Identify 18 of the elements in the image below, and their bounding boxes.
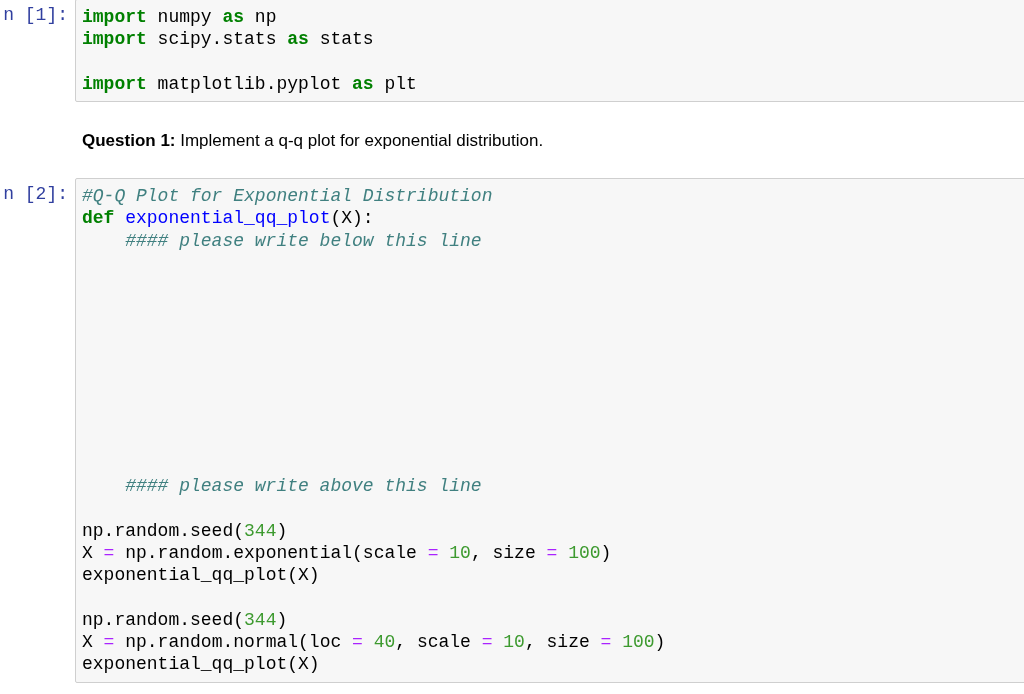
code-line: #Q-Q Plot for Exponential Distribution bbox=[82, 185, 493, 208]
code-line: exponential_qq_plot(X) bbox=[82, 564, 320, 587]
code-cell-editor[interactable]: import numpy as np import scipy.stats as stats import matplotlib.pyplot as plt bbox=[75, 0, 1024, 103]
code-line: np.random.seed(344) bbox=[82, 519, 288, 542]
code-line: def exponential_qq_plot(X): bbox=[82, 207, 374, 230]
code-line: import matplotlib.pyplot as plt bbox=[82, 72, 417, 96]
question-text: Question 1: Implement a q-q plot for exponential distribution. bbox=[82, 130, 544, 153]
code-line: X = np.random.normal(loc = 40, scale = 10, size = 100) bbox=[82, 631, 666, 654]
cell-prompt: n [1]: bbox=[3, 4, 68, 27]
code-line: #### please write below this line bbox=[125, 229, 482, 253]
code-line: np.random.seed(344) bbox=[82, 608, 288, 632]
code-line: import numpy as np bbox=[82, 6, 277, 29]
code-line: exponential_qq_plot(X) bbox=[82, 653, 320, 676]
code-line: X = np.random.exponential(scale = 10, size = 100) bbox=[82, 541, 612, 565]
code-cell-editor[interactable] bbox=[75, 178, 1024, 683]
code-line: #### please write above this line bbox=[125, 475, 482, 498]
cell-prompt: n [2]: bbox=[3, 183, 68, 206]
code-line: import scipy.stats as stats bbox=[82, 28, 374, 51]
